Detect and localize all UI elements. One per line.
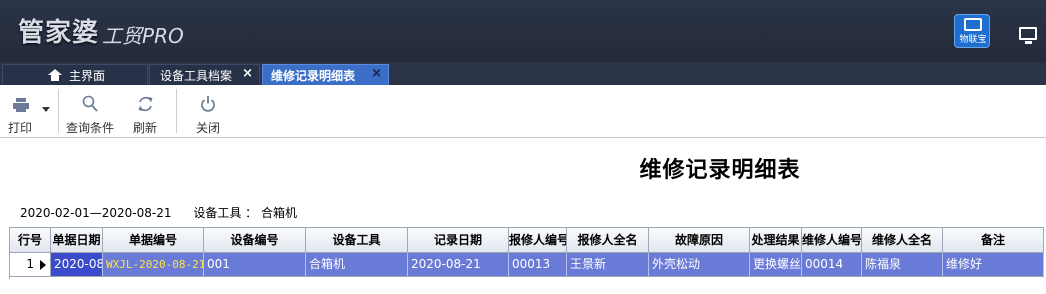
cell-doc-number[interactable]: WXJL-2020-08-21-0001 (103, 253, 204, 276)
column-header[interactable]: 维修人全名 (862, 228, 943, 253)
column-header[interactable]: 故障原因 (649, 228, 750, 253)
print-label: 打印 (8, 121, 33, 135)
tab-label: 设备工具档案 (160, 68, 233, 83)
home-icon (48, 69, 62, 81)
column-header[interactable]: 报修人全名 (567, 228, 649, 253)
cell-repairer-name[interactable]: 陈福泉 (862, 253, 943, 276)
cell-equipment-code[interactable]: 001 (204, 253, 306, 276)
refresh-icon (138, 96, 153, 112)
iot-button[interactable]: 物联宝 (954, 14, 990, 48)
report-filters: 2020-02-01—2020-08-21 设备工具 ： 合箱机 (20, 205, 315, 221)
column-header[interactable]: 处理结果 (750, 228, 802, 253)
row-pointer-icon (40, 260, 46, 270)
cell-fault-reason[interactable]: 外壳松动 (649, 253, 750, 276)
report-title: 维修记录明细表 (639, 157, 801, 183)
app-logo: 管家婆 工贸PRO (18, 14, 184, 48)
logo-edition: 工贸PRO (102, 24, 184, 48)
tab-home[interactable]: 主界面 (2, 64, 148, 85)
logo-text: 管家婆 (18, 18, 100, 48)
close-icon[interactable]: × (242, 66, 253, 81)
tab-strip: 主界面 设备工具档案 × 维修记录明细表 × (0, 62, 1046, 85)
column-header[interactable]: 记录日期 (408, 228, 509, 253)
column-header[interactable]: 设备工具 (306, 228, 408, 253)
cell-record-date[interactable]: 2020-08-21 (408, 253, 509, 276)
query-button[interactable]: 查询条件 (62, 85, 118, 138)
cell-remark[interactable]: 维修好 (943, 253, 1044, 276)
tab-repair-detail[interactable]: 维修记录明细表 × (262, 64, 389, 85)
iot-label: 物联宝 (959, 35, 987, 45)
toolbar: 打印 查询条件 刷新 关闭 (0, 85, 1046, 138)
printer-icon (13, 98, 29, 112)
toolbar-divider (58, 89, 59, 133)
date-range: 2020-02-01—2020-08-21 (20, 206, 172, 220)
column-header[interactable]: 报修人编号 (509, 228, 567, 253)
cell-reporter-code[interactable]: 00013 (509, 253, 567, 276)
close-button[interactable]: 关闭 (184, 85, 232, 138)
tab-label: 主界面 (69, 68, 106, 83)
close-icon[interactable]: × (371, 66, 382, 81)
monitor-icon[interactable] (1019, 27, 1037, 44)
iot-icon (964, 18, 982, 31)
toolbar-divider (176, 89, 177, 133)
chevron-down-icon[interactable] (42, 107, 50, 112)
print-button[interactable]: 打印 (0, 85, 55, 138)
table-row[interactable]: 1 2020-08-21 WXJL-2020-08-21-0001 001 合箱… (10, 253, 1044, 277)
tab-equipment-archive[interactable]: 设备工具档案 × (149, 64, 260, 85)
refresh-label: 刷新 (132, 121, 157, 135)
column-header[interactable]: 备注 (943, 228, 1044, 253)
detail-table: 行号 单据日期 单据编号 设备编号 设备工具 记录日期 报修人编号 报修人全名 … (9, 227, 1046, 279)
column-header[interactable]: 单据日期 (51, 228, 103, 253)
tab-label: 维修记录明细表 (271, 68, 356, 83)
app-header: 管家婆 工贸PRO 物联宝 (0, 0, 1046, 62)
refresh-button[interactable]: 刷新 (122, 85, 168, 138)
cell-reporter-name[interactable]: 王景新 (567, 253, 649, 276)
cell-doc-date[interactable]: 2020-08-21 (51, 253, 103, 276)
tool-filter: 设备工具 ： 合箱机 (193, 206, 297, 220)
column-header[interactable]: 行号 (10, 228, 51, 253)
search-icon (82, 95, 98, 112)
column-header[interactable]: 维修人编号 (802, 228, 862, 253)
cell-result[interactable]: 更换螺丝 (750, 253, 802, 276)
close-label: 关闭 (195, 121, 220, 135)
cell-repairer-code[interactable]: 00014 (802, 253, 862, 276)
column-header[interactable]: 设备编号 (204, 228, 306, 253)
power-icon (201, 96, 215, 112)
query-label: 查询条件 (65, 121, 114, 135)
row-number: 1 (10, 253, 51, 276)
cell-equipment-tool[interactable]: 合箱机 (306, 253, 408, 276)
table-header: 行号 单据日期 单据编号 设备编号 设备工具 记录日期 报修人编号 报修人全名 … (10, 227, 1044, 253)
column-header[interactable]: 单据编号 (103, 228, 204, 253)
